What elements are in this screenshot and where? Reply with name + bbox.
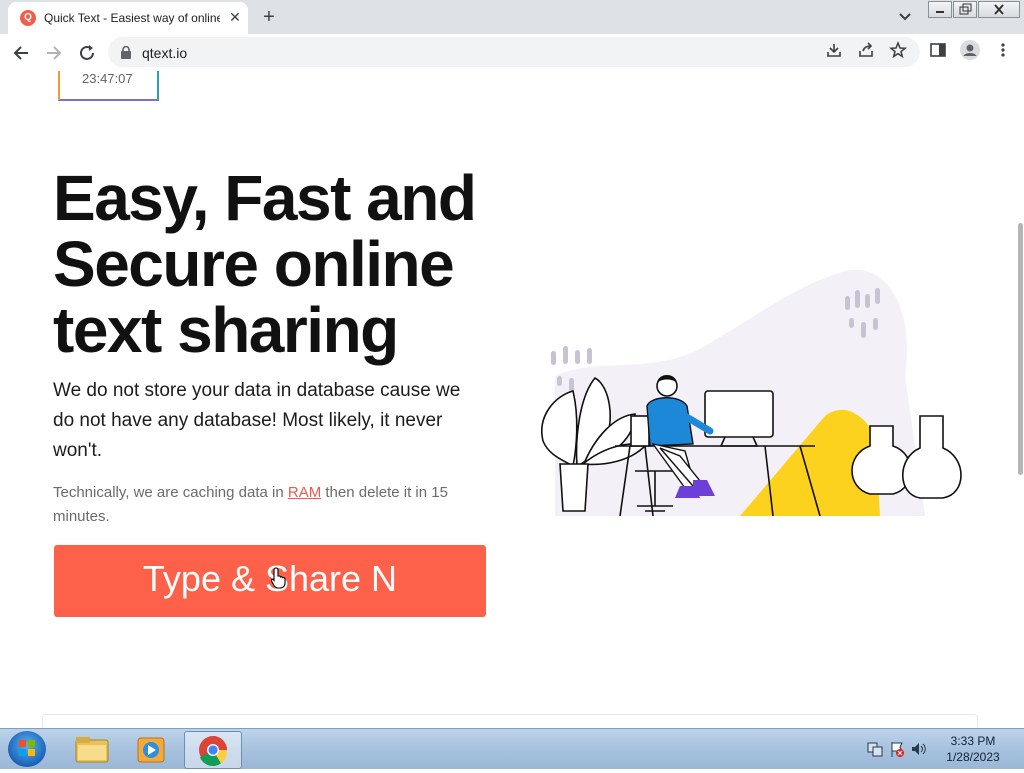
chrome-taskbar-button[interactable] — [184, 731, 242, 769]
close-tab-icon[interactable]: ✕ — [226, 8, 244, 26]
person-at-computer-illustration — [541, 269, 962, 517]
media-player-button[interactable] — [124, 731, 180, 767]
content-card — [42, 714, 978, 728]
chrome-icon — [199, 736, 228, 767]
install-app-icon[interactable] — [825, 41, 843, 59]
lead-text: We do not store your data in database ca… — [53, 380, 461, 461]
windows-taskbar: 3:33 PM 1/28/2023 — [0, 728, 1024, 769]
browser-tab-strip: Q Quick Text - Easiest way of online ✕ + — [0, 0, 1024, 34]
clock-time-text: 3:33 PM — [950, 734, 996, 748]
volume-icon[interactable] — [912, 743, 926, 755]
browser-toolbar: qtext.io — [0, 34, 1024, 72]
action-center-flag-icon[interactable] — [891, 742, 904, 757]
web-page: 23:47:07 Easy, Fast and Secure online te… — [0, 71, 1024, 728]
windows-explorer-button[interactable] — [64, 731, 120, 767]
taskbar-clock[interactable]: 3:33 PM 1/28/2023 — [938, 733, 1008, 765]
side-panel-icon[interactable] — [929, 41, 947, 59]
tab-search-chevron-icon[interactable] — [895, 8, 915, 26]
windows-logo-icon — [19, 740, 35, 756]
hero-title: Easy, Fast and Secure online text sharin… — [53, 162, 477, 366]
scrollbar-thumb[interactable] — [1018, 223, 1023, 475]
tab-title: Quick Text - Easiest way of online — [44, 11, 220, 25]
folder-icon — [75, 737, 109, 763]
clock-widget: 23:47:07 — [58, 71, 159, 101]
restore-window-button[interactable] — [953, 1, 977, 18]
profile-avatar-icon[interactable] — [960, 40, 980, 60]
windows-start-button[interactable] — [8, 731, 46, 767]
back-arrow-icon[interactable] — [10, 42, 32, 64]
share-icon[interactable] — [857, 41, 875, 59]
clock-time: 23:47:07 — [82, 71, 133, 86]
ram-link[interactable]: RAM — [288, 484, 321, 501]
note-prefix: Technically, we are caching data in — [53, 484, 288, 501]
forward-arrow-icon[interactable] — [43, 42, 65, 64]
close-window-button[interactable] — [978, 1, 1020, 18]
url-text: qtext.io — [142, 45, 188, 61]
browser-menu-icon[interactable] — [994, 41, 1012, 59]
media-player-icon — [137, 737, 165, 763]
reload-icon[interactable] — [76, 42, 98, 64]
network-icon[interactable] — [867, 742, 883, 757]
quick-text-favicon-icon: Q — [20, 10, 36, 26]
new-tab-icon[interactable]: + — [258, 6, 280, 28]
hand-cursor-icon — [270, 567, 286, 589]
address-bar[interactable]: qtext.io — [108, 37, 920, 67]
browser-tab[interactable]: Q Quick Text - Easiest way of online ✕ — [8, 2, 248, 34]
minimize-window-button[interactable] — [928, 1, 952, 18]
page-scrollbar[interactable] — [1017, 71, 1024, 728]
caching-note: Technically, we are caching data in RAM … — [53, 481, 493, 529]
bookmark-star-icon[interactable] — [889, 41, 907, 59]
lock-icon[interactable] — [120, 46, 132, 59]
system-tray — [866, 739, 930, 764]
clock-date-text: 1/28/2023 — [946, 750, 1000, 764]
